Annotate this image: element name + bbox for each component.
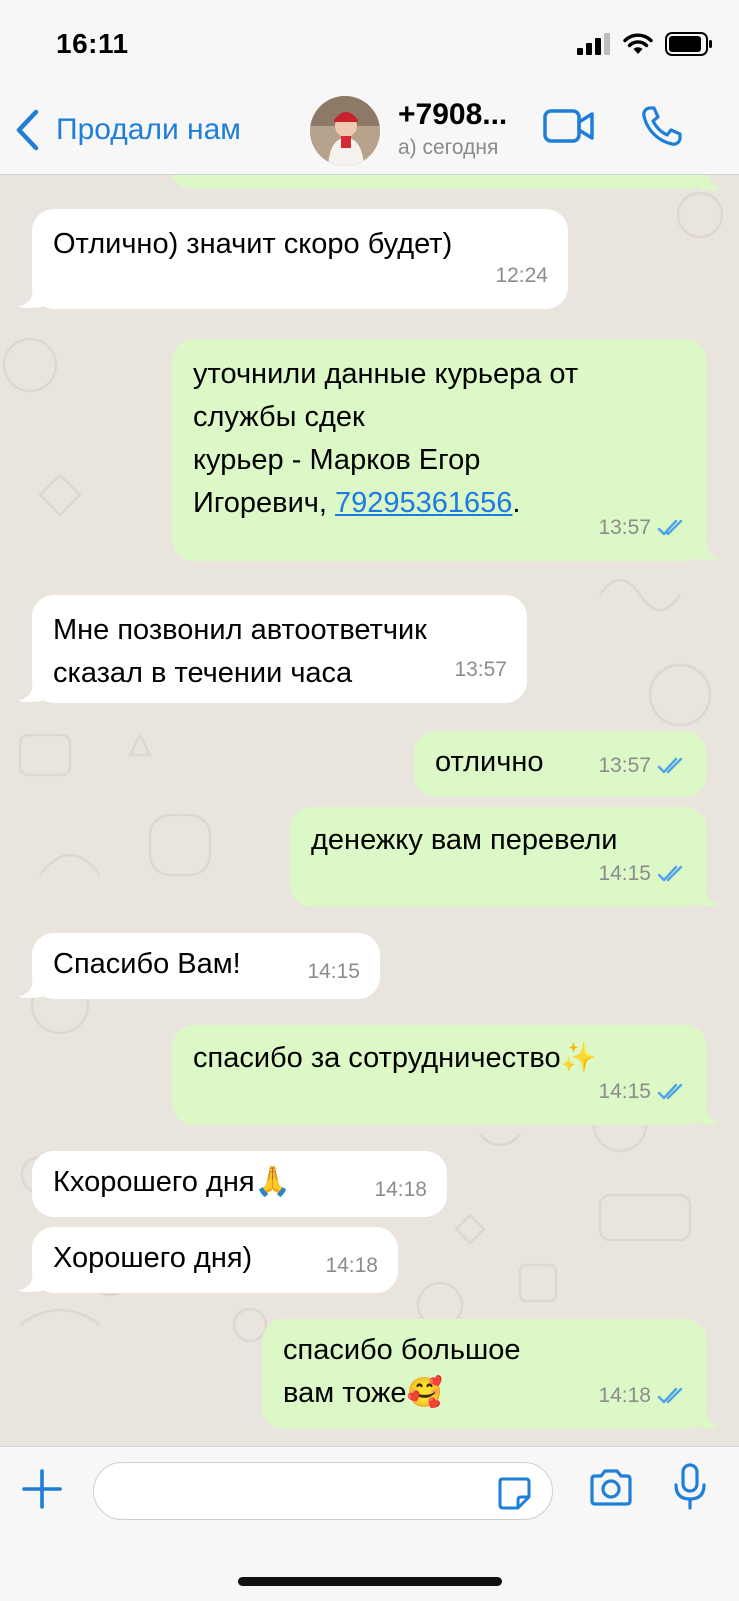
- message-time: 13:57: [598, 516, 651, 539]
- phone-number-link[interactable]: 79295361656: [335, 487, 512, 519]
- bubble-tail: [18, 1277, 42, 1292]
- chat-header: Продали нам +7908... а) сегодня: [0, 88, 739, 175]
- battery-icon: [665, 32, 712, 56]
- chat-area[interactable]: Отлично) значит скоро будет) 12:24 уточн…: [0, 175, 739, 1445]
- camera-icon: [590, 1469, 632, 1506]
- message-text: Спасибо Вам!: [53, 948, 241, 980]
- message-bubble-incoming[interactable]: Мне позвонил автоответчик сказал в течен…: [32, 595, 527, 703]
- double-check-icon: [657, 519, 683, 535]
- message-text: Кхорошего дня🙏: [53, 1166, 291, 1198]
- message-meta: 13:57: [598, 506, 687, 549]
- double-check-icon: [657, 865, 683, 881]
- message-text: спасибо большое вам тоже🥰: [283, 1334, 521, 1409]
- microphone-button[interactable]: [672, 1463, 708, 1516]
- message-text: уточнили данные курьера от службы сдек к…: [193, 358, 579, 519]
- contact-name[interactable]: +7908...: [398, 98, 507, 132]
- bubble-tail: [18, 983, 42, 998]
- message-text: отлично: [435, 746, 544, 778]
- message-text: денежку вам перевели: [311, 824, 618, 856]
- double-check-icon: [657, 1083, 683, 1099]
- message-time: 14:18: [325, 1254, 378, 1277]
- message-time: 14:15: [598, 1080, 651, 1103]
- double-check-icon: [657, 757, 683, 773]
- message-time: 14:18: [374, 1178, 427, 1201]
- message-bubble-incoming[interactable]: Хорошего дня) 14:18: [32, 1227, 398, 1293]
- message-time: 14:15: [307, 960, 360, 983]
- attach-button[interactable]: [22, 1469, 62, 1514]
- contact-status: а) сегодня: [398, 136, 499, 159]
- avatar[interactable]: [310, 96, 380, 166]
- status-bar: 16:11: [0, 0, 739, 88]
- bubble-tail: [700, 177, 722, 190]
- message-bubble-partial: [170, 175, 710, 189]
- phone-icon: [642, 106, 682, 146]
- message-meta: 14:18: [598, 1374, 687, 1417]
- bubble-tail: [697, 891, 721, 906]
- message-meta: 13:57: [454, 648, 507, 691]
- sticker-button[interactable]: [496, 1475, 532, 1516]
- double-check-icon: [657, 1387, 683, 1403]
- plus-icon: [22, 1469, 62, 1509]
- message-time: 13:57: [454, 658, 507, 681]
- home-indicator: [238, 1577, 502, 1586]
- back-label: Продали нам: [56, 113, 241, 146]
- bubble-tail: [697, 1413, 721, 1428]
- microphone-icon: [674, 1463, 706, 1510]
- status-time: 16:11: [56, 28, 129, 59]
- message-bubble-outgoing[interactable]: спасибо за сотрудничество✨ 14:15: [172, 1025, 707, 1125]
- bubble-tail: [18, 687, 42, 702]
- message-meta: 12:24: [495, 254, 548, 297]
- message-bubble-outgoing[interactable]: уточнили данные курьера от службы сдек к…: [172, 339, 707, 561]
- wifi-icon: [623, 33, 653, 54]
- message-time: 13:57: [598, 754, 651, 777]
- message-meta: 14:18: [374, 1168, 427, 1211]
- message-bubble-outgoing[interactable]: денежку вам перевели 14:15: [290, 807, 707, 907]
- camera-button[interactable]: [588, 1469, 634, 1512]
- video-camera-icon: [543, 109, 594, 143]
- message-bubble-outgoing[interactable]: отлично 13:57: [414, 731, 707, 797]
- message-meta: 14:18: [325, 1244, 378, 1287]
- message-text: Отлично) значит скоро будет): [53, 228, 453, 260]
- bubble-tail: [18, 293, 42, 308]
- message-bubble-incoming[interactable]: Отлично) значит скоро будет) 12:24: [32, 209, 568, 309]
- cellular-signal-icon: [577, 33, 610, 55]
- back-button[interactable]: Продали нам: [14, 106, 241, 154]
- voice-call-button[interactable]: [640, 104, 684, 153]
- message-text: Мне позвонил автоответчик сказал в течен…: [53, 614, 427, 689]
- message-time: 12:24: [495, 264, 548, 287]
- message-time: 14:15: [598, 862, 651, 885]
- message-input[interactable]: [93, 1462, 553, 1520]
- message-meta: 14:15: [598, 852, 687, 895]
- status-icons: [577, 30, 713, 58]
- message-meta: 14:15: [598, 1070, 687, 1113]
- bubble-tail: [697, 1109, 721, 1124]
- message-bubble-incoming[interactable]: Спасибо Вам! 14:15: [32, 933, 380, 999]
- message-time: 14:18: [598, 1384, 651, 1407]
- message-bubble-outgoing[interactable]: спасибо большое вам тоже🥰 14:18: [262, 1319, 707, 1429]
- avatar-photo: [310, 96, 380, 166]
- message-bubble-incoming[interactable]: Кхорошего дня🙏 14:18: [32, 1151, 447, 1217]
- message-input-bar: [0, 1446, 739, 1601]
- message-text: спасибо за сотрудничество✨: [193, 1042, 597, 1074]
- message-meta: 14:15: [307, 950, 360, 993]
- message-meta: 13:57: [598, 744, 687, 787]
- chevron-left-icon: [16, 109, 39, 151]
- message-text: Хорошего дня): [53, 1242, 253, 1274]
- bubble-tail: [697, 545, 721, 560]
- video-call-button[interactable]: [543, 108, 595, 149]
- sticker-icon: [498, 1477, 531, 1510]
